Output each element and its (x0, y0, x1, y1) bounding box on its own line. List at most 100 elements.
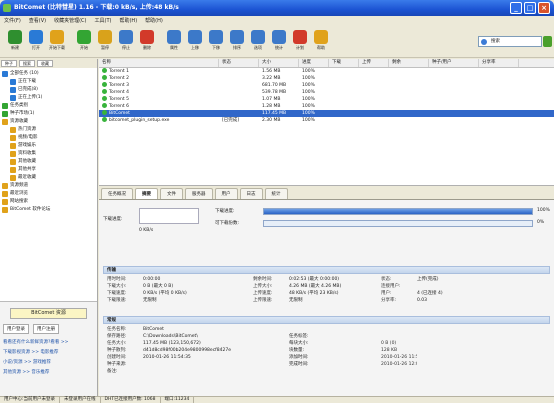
info-value (417, 340, 509, 347)
toolbar-button-label: 属性 (170, 45, 178, 50)
toolbar-button[interactable]: 上移 (186, 30, 204, 51)
toolbar-button[interactable]: 删除 (138, 30, 156, 51)
menu-favorites[interactable]: 收藏夹管理(C) (54, 16, 86, 26)
detail-tab[interactable]: 摘要 (135, 188, 158, 199)
login-button[interactable]: 用户登录 (3, 324, 29, 334)
column-header[interactable]: 进度 (299, 59, 329, 67)
tree-item[interactable]: 全部任务 (10) (2, 70, 95, 78)
torrent-name: Torrent 2 (99, 75, 219, 82)
toolbar-button[interactable]: 帮助 (312, 30, 330, 51)
toolbar-button[interactable]: 下移 (207, 30, 225, 51)
toolbar-button[interactable]: 属性 (165, 30, 183, 51)
tree-item-label: BitComet 软件论坛 (10, 207, 51, 212)
tree-item[interactable]: 游戏娱乐 (2, 142, 95, 150)
torrent-progress: 100% (302, 83, 315, 88)
torrent-status (219, 96, 259, 103)
promo-link[interactable]: 小说/资源 >> 游戏推荐 (3, 358, 94, 368)
detail-tab[interactable]: 日志 (239, 188, 263, 199)
menu-file[interactable]: 文件(F) (4, 16, 21, 26)
tree-item[interactable]: 资源频道 (2, 182, 95, 190)
tree-item[interactable]: BitComet 软件论坛 (2, 206, 95, 214)
toolbar-button-label: 计划 (296, 45, 304, 50)
column-header[interactable]: 上传 (359, 59, 389, 67)
toolbar-button-label: 开始下载 (49, 45, 65, 50)
resource-button[interactable]: BitComet 资源 (10, 308, 87, 319)
toolbar-button[interactable]: 统计 (270, 30, 288, 51)
detail-tab[interactable]: 文件 (160, 188, 183, 199)
title-bar: BitComet (比特彗星) 1.16 - 下载:0 kB/s, 上传:48 … (0, 0, 554, 16)
torrent-row[interactable]: Torrent 2 3.22 MB 100% (99, 75, 554, 82)
tree-item[interactable]: 任务类别 (2, 102, 95, 110)
toolbar-icon (167, 30, 181, 44)
column-header[interactable]: 名称 (99, 59, 219, 67)
info-value (417, 368, 509, 375)
tree-item[interactable]: 网站搜索 (2, 198, 95, 206)
torrent-row[interactable]: Torrent 1 1.56 MB 100% (99, 68, 554, 75)
promo-link[interactable]: 看看还有什么新鲜资源?看看 >> (3, 338, 94, 348)
toolbar-button[interactable]: 开始下载 (48, 30, 66, 51)
torrent-row[interactable]: Torrent 3 681.70 MB 100% (99, 82, 554, 89)
menu-help-2[interactable]: 帮助(H) (145, 16, 163, 26)
torrent-row[interactable]: bitcomet_plugin_setup.exe [已完成] 2.30 MB 100… (99, 117, 554, 124)
detail-tab[interactable]: 任务概况 (101, 188, 133, 199)
info-value: 0.03 (417, 298, 428, 303)
menu-tools[interactable]: 工具(T) (95, 16, 112, 26)
column-header[interactable]: 种子/用户 (429, 59, 479, 67)
menu-view[interactable]: 查看(V) (29, 16, 46, 26)
torrent-row[interactable]: BitComet 117.45 MB 100% (99, 110, 554, 117)
info-value (417, 354, 509, 361)
detail-tab[interactable]: 服务器 (185, 188, 213, 199)
tree-item[interactable]: 其他共享 (2, 166, 95, 174)
info-value (143, 368, 253, 375)
torrent-name-text: Torrent 4 (109, 90, 129, 95)
tree-item[interactable]: 正在上传(1) (2, 94, 95, 102)
promo-link[interactable]: 下载影视资源 >> 电影推荐 (3, 348, 94, 358)
column-header[interactable]: 分享率 (479, 59, 519, 67)
tree-item[interactable]: 资源收藏 (2, 118, 95, 126)
tree-item[interactable]: 已完成(8) (2, 86, 95, 94)
detail-tab[interactable]: 用户 (214, 188, 238, 199)
column-header[interactable]: 状态 (219, 59, 259, 67)
search-go-button[interactable] (543, 36, 552, 47)
toolbar-button[interactable]: 开始 (75, 30, 93, 51)
tree-item[interactable]: 热门资源 (2, 126, 95, 134)
promo-link[interactable]: 其他资源 >> 音乐推荐 (3, 368, 94, 378)
tree-item[interactable]: 视频/电影 (2, 134, 95, 142)
toolbar-button[interactable]: 打开 (27, 30, 45, 51)
toolbar-button[interactable]: 选项 (249, 30, 267, 51)
info-label: 用户: (381, 291, 392, 296)
tree-item[interactable]: 最近收藏 (2, 174, 95, 182)
tree-item[interactable]: 正在下载 (2, 78, 95, 86)
torrent-row[interactable]: Torrent 6 1.28 MB 100% (99, 103, 554, 110)
maximize-button[interactable]: □ (524, 2, 536, 14)
detail-tab[interactable]: 统计 (264, 188, 288, 199)
toolbar-button[interactable]: 计划 (291, 30, 309, 51)
toolbar-button-label: 删除 (143, 45, 151, 50)
tree-item[interactable]: 最近浏览 (2, 190, 95, 198)
toolbar-button[interactable]: 排序 (228, 30, 246, 51)
status-user-center[interactable]: 用户中心:当前用户未登录 (0, 397, 61, 403)
tree-item[interactable]: 种子市场(1) (2, 110, 95, 118)
info-label: 上传大小: (253, 284, 273, 289)
column-header[interactable]: 剩余 (389, 59, 429, 67)
sidebar-tab-favorites[interactable]: 收藏 (37, 60, 53, 67)
info-value: 48 KB/s (平均 23 KB/s) (289, 291, 339, 296)
torrent-row[interactable]: Torrent 4 539.78 MB 100% (99, 89, 554, 96)
tree-item[interactable]: 资料收集 (2, 150, 95, 158)
close-button[interactable]: × (538, 2, 550, 14)
register-button[interactable]: 用户注册 (33, 324, 59, 334)
toolbar-button[interactable]: 停止 (117, 30, 135, 51)
toolbar-button[interactable]: 暂停 (96, 30, 114, 51)
tree-item[interactable]: 其他收藏 (2, 158, 95, 166)
column-header[interactable]: 下载 (329, 59, 359, 67)
torrent-row[interactable]: Torrent 5 1.07 MB 100% (99, 96, 554, 103)
toolbar-button[interactable]: 新建 (6, 30, 24, 51)
column-header[interactable]: 大小 (259, 59, 299, 67)
sidebar-tab-search[interactable]: 搜索 (19, 60, 35, 67)
toolbar-icon (293, 30, 307, 44)
menu-help[interactable]: 帮助(H) (119, 16, 137, 26)
search-input[interactable]: 搜索 (478, 36, 542, 47)
minimize-button[interactable]: _ (510, 2, 522, 14)
search-placeholder: 搜索 (491, 39, 500, 44)
sidebar-tab-torrents[interactable]: 种子 (1, 60, 17, 67)
